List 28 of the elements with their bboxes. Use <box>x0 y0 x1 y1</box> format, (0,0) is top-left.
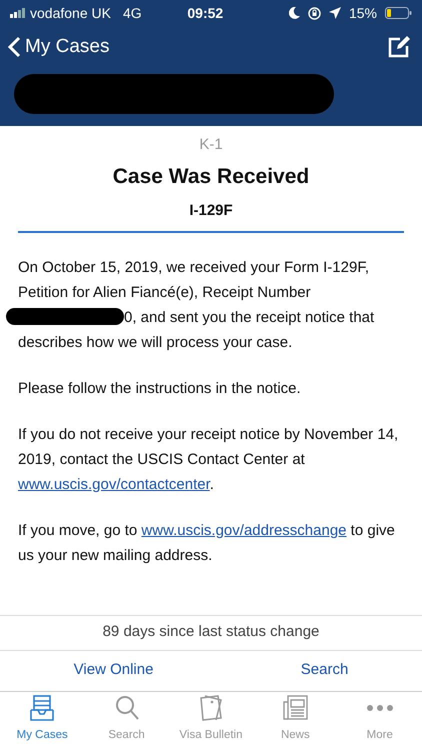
carrier-name: vodafone UK <box>30 4 111 22</box>
web-link[interactable]: www.uscis.gov/addresschange <box>141 522 347 538</box>
action-button[interactable]: Search <box>227 650 422 690</box>
case-category: K-1 <box>198 135 224 155</box>
battery-percent: 15% <box>348 4 377 22</box>
back-button[interactable]: My Cases <box>8 32 110 62</box>
action-button[interactable]: View Online <box>0 650 228 690</box>
chevron-left-icon <box>8 36 21 58</box>
body-paragraph: On October 15, 2019, we received your Form I-129F, Petition for Alien Fiancé(e), Receipt Number 0, and sent you the receipt notice that describes how we will process your case. <box>18 254 404 354</box>
rotation-lock-icon <box>308 6 321 20</box>
battery-icon <box>384 7 412 19</box>
body-paragraph: If you move, go to www.uscis.gov/addresschange to give us your new mailing address. <box>18 520 396 566</box>
body-paragraph: Please follow the instructions in the notice. <box>18 378 302 398</box>
tab-item[interactable]: My Cases <box>0 692 84 744</box>
clock-time: 09:52 <box>187 4 224 22</box>
tray-icon <box>28 694 56 722</box>
newspaper-icon <box>281 694 310 722</box>
body-paragraph: If you do not receive your receipt notice by November 14, 2019, contact the USCIS Contact Center at www.uscis.gov/contactcenter. <box>18 424 400 494</box>
edit-icon[interactable] <box>388 36 410 58</box>
form-number: I-129F <box>188 201 234 221</box>
signal-icon <box>10 8 26 18</box>
location-icon <box>328 7 341 19</box>
status-change-note: 89 days since last status change <box>102 622 320 642</box>
web-link[interactable]: www.uscis.gov/contactcenter <box>18 476 210 492</box>
moon-icon <box>288 7 300 19</box>
more-icon <box>366 704 394 710</box>
case-status-title: Case Was Received <box>112 164 310 190</box>
network-type: 4G <box>122 4 142 22</box>
